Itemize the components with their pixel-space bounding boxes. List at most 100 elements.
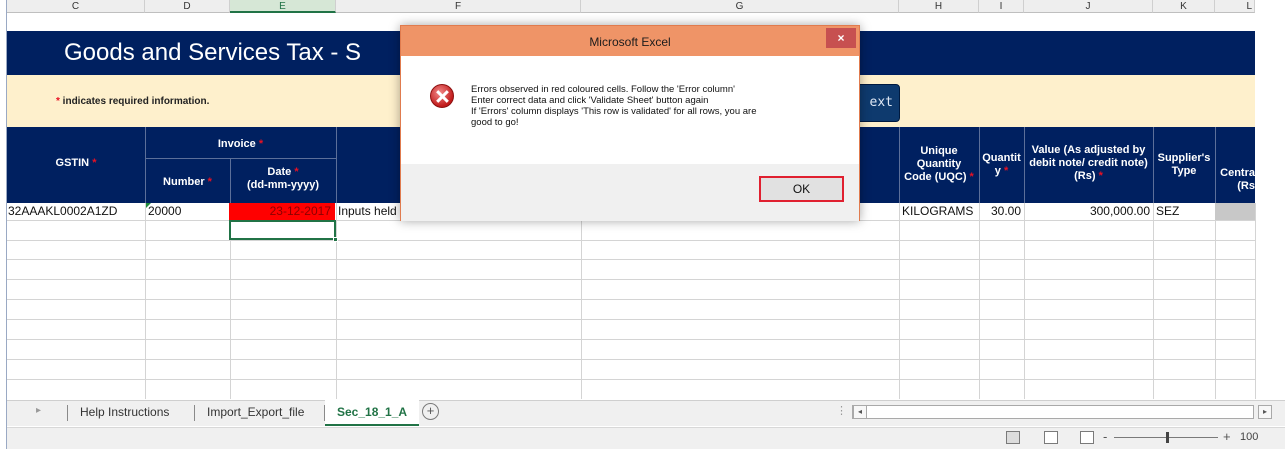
value-header-line: Value (As adjusted by	[1031, 144, 1146, 156]
active-cell-selection[interactable]	[229, 220, 336, 240]
dialog-title: Microsoft Excel	[589, 35, 671, 49]
grid-line	[1153, 203, 1154, 399]
quantity-header-line: Quantit	[982, 152, 1021, 164]
column-header-j[interactable]: J	[1024, 0, 1153, 13]
scroll-right-icon[interactable]: ▸	[1258, 405, 1272, 419]
uqc-header: Unique Quantity Code (UQC) *	[899, 145, 979, 184]
cell-invoice-number[interactable]: 20000	[148, 203, 181, 220]
number-header-label: Number	[163, 176, 205, 188]
date-format-label: (dd-mm-yyyy)	[246, 179, 320, 191]
column-header-i[interactable]: I	[979, 0, 1024, 13]
value-header-line: (Rs)	[1074, 170, 1096, 182]
close-icon[interactable]: ×	[826, 28, 856, 48]
column-header-l[interactable]: L	[1215, 0, 1255, 13]
tab-sec-18-1-a[interactable]: Sec_18_1_A	[325, 400, 420, 426]
required-info-text: indicates required information.	[59, 96, 210, 107]
column-header-f[interactable]: F	[336, 0, 581, 13]
supplier-type-header: Supplier's Type	[1153, 152, 1215, 178]
dialog-message-line: Enter correct data and click 'Validate S…	[471, 95, 709, 106]
normal-view-icon[interactable]	[1006, 431, 1020, 444]
cell-quantity[interactable]: 30.00	[979, 203, 1021, 220]
zoom-out-button[interactable]: -	[1103, 429, 1107, 444]
tab-scroll-left-icon[interactable]: ▸	[36, 405, 41, 416]
zoom-level[interactable]: 100	[1240, 431, 1258, 443]
number-header: Number *	[145, 176, 230, 189]
zoom-in-button[interactable]: +	[1223, 429, 1231, 444]
page-layout-view-icon[interactable]	[1044, 431, 1058, 444]
cell-value[interactable]: 300,000.00	[1024, 203, 1150, 220]
required-star: *	[1098, 170, 1103, 182]
required-star: *	[969, 171, 974, 183]
dialog-message-line: Errors observed in red coloured cells. F…	[471, 84, 735, 95]
uqc-header-line: Code (UQC)	[904, 171, 967, 183]
fill-handle[interactable]	[333, 237, 338, 242]
sheet-title: Goods and Services Tax - S	[64, 39, 362, 66]
grid-line	[7, 279, 1255, 280]
quantity-header-line: y	[994, 165, 1001, 177]
grid-line	[145, 203, 146, 399]
required-star: *	[1003, 165, 1009, 177]
grid-line	[7, 319, 1255, 320]
column-header-g[interactable]: G	[581, 0, 899, 13]
supplier-header-line: Supplier's	[1157, 152, 1211, 164]
zoom-slider-thumb[interactable]	[1166, 432, 1169, 443]
grid-line	[1024, 203, 1025, 399]
supplier-header-line: Type	[1171, 165, 1197, 177]
central-header-line: (Rs	[1237, 180, 1255, 192]
grid-line	[7, 240, 1255, 241]
uqc-header-line: Quantity	[916, 158, 962, 170]
grid-line	[899, 203, 900, 399]
required-star: *	[207, 176, 212, 188]
cell-central-tax[interactable]	[1215, 203, 1255, 220]
grid-line	[7, 259, 1255, 260]
gstin-header-label: GSTIN	[55, 157, 90, 169]
required-star: *	[258, 138, 264, 150]
required-star: *	[92, 157, 97, 169]
value-header: Value (As adjusted by debit note/ credit …	[1024, 144, 1153, 183]
cell-gstin[interactable]: 32AAAKL0002A1ZD	[8, 203, 117, 220]
column-header-k[interactable]: K	[1153, 0, 1215, 13]
central-header-line: Centra	[1220, 167, 1255, 179]
cell-invoice-date-error[interactable]: 23-12-2017	[229, 203, 335, 220]
cell-uqc[interactable]: KILOGRAMS	[902, 203, 973, 220]
grid-line	[336, 203, 337, 399]
quantity-header: Quantit y *	[979, 152, 1024, 178]
value-header-line: debit note/ credit note)	[1029, 157, 1148, 169]
split-handle-icon[interactable]: ⋮	[836, 404, 847, 417]
column-header-h[interactable]: H	[899, 0, 979, 13]
invoice-header-label: Invoice	[217, 138, 256, 150]
ok-button[interactable]: OK	[759, 176, 844, 202]
invoice-header: Invoice *	[145, 138, 336, 151]
dialog-message-line: good to go!	[471, 117, 519, 128]
error-icon	[430, 84, 454, 108]
grid-line	[7, 299, 1255, 300]
uqc-header-line: Unique	[920, 145, 958, 157]
column-header-c[interactable]: C	[7, 0, 145, 13]
date-header-label: Date	[267, 166, 292, 178]
tab-help-instructions[interactable]: Help Instructions	[68, 400, 181, 426]
page-break-view-icon[interactable]	[1080, 431, 1094, 444]
grid-line	[979, 203, 980, 399]
grid-line	[1255, 203, 1256, 399]
grid-line	[1215, 203, 1216, 399]
grid-line	[581, 203, 582, 399]
cell-description[interactable]: Inputs held	[338, 203, 397, 220]
add-sheet-icon[interactable]: +	[422, 403, 439, 420]
required-star: *	[294, 166, 299, 178]
gstin-header: GSTIN *	[7, 157, 145, 170]
required-info-note: * indicates required information.	[56, 96, 209, 107]
column-header-e[interactable]: E	[230, 0, 336, 13]
scroll-left-icon[interactable]: ◂	[853, 405, 867, 419]
grid-line	[7, 339, 1255, 340]
grid-line	[7, 359, 1255, 360]
column-header-d[interactable]: D	[145, 0, 230, 13]
header-divider	[336, 127, 337, 203]
grid-line	[7, 379, 1255, 380]
dialog-message-line: If 'Errors' column displays 'This row is…	[471, 106, 757, 117]
cell-supplier-type[interactable]: SEZ	[1156, 203, 1179, 220]
horizontal-scrollbar[interactable]	[852, 405, 1254, 419]
tab-import-export-file[interactable]: Import_Export_file	[195, 400, 316, 426]
date-header: Date * (dd-mm-yyyy)	[230, 166, 336, 192]
central-tax-header: Centra (Rs	[1215, 167, 1255, 193]
header-divider	[145, 158, 336, 159]
